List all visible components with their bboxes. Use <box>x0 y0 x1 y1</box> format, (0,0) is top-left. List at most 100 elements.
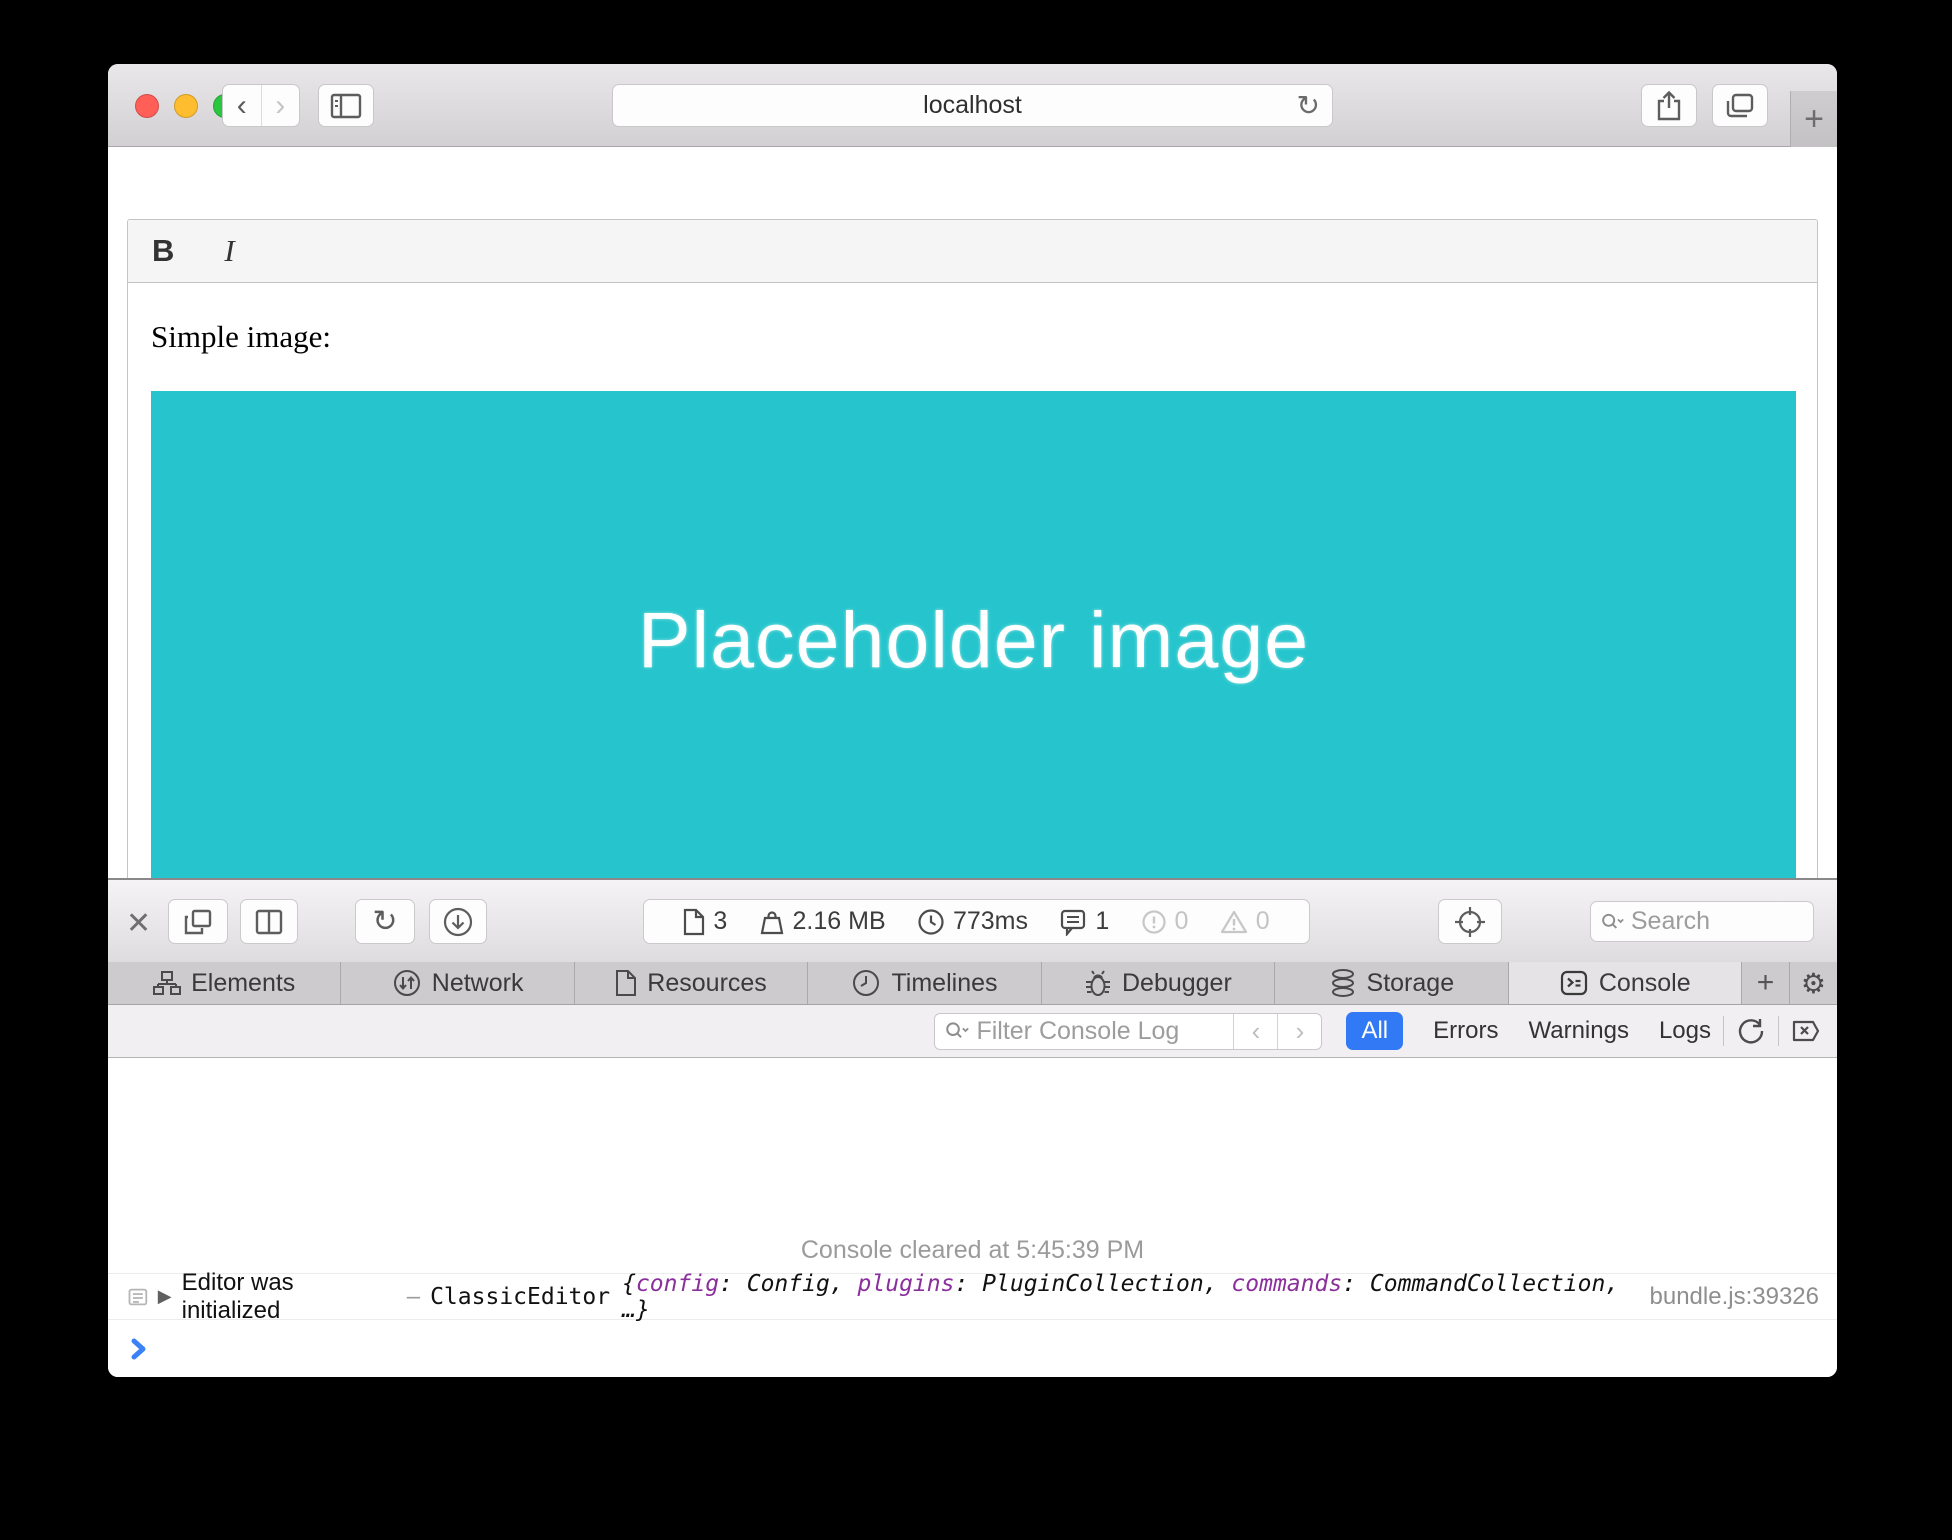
rich-text-editor: B I Simple image: Placeholder image <box>127 219 1818 919</box>
sidebar-icon <box>330 93 362 119</box>
weight-icon <box>759 909 785 935</box>
stat-time-value: 773ms <box>953 907 1028 936</box>
log-class-name: ClassicEditor <box>430 1284 610 1310</box>
stat-errors-value: 0 <box>1175 907 1189 936</box>
plus-icon: + <box>1804 100 1824 139</box>
placeholder-image-label: Placeholder image <box>638 594 1309 686</box>
inspector-settings-button[interactable]: ⚙ <box>1790 962 1837 1004</box>
tab-network-label: Network <box>432 969 524 998</box>
tab-resources[interactable]: Resources <box>575 962 808 1004</box>
page-stats-group[interactable]: 3 2.16 MB 773ms <box>643 899 1310 944</box>
plus-icon: + <box>1757 966 1775 1000</box>
stat-console-messages: 1 <box>1059 907 1109 936</box>
editor-paragraph[interactable]: Simple image: <box>151 319 1794 355</box>
safari-window: ‹ › localhost ↻ <box>108 64 1837 1377</box>
garbage-collect-button[interactable] <box>1736 1016 1766 1046</box>
console-icon <box>1559 968 1589 998</box>
download-web-archive-button[interactable] <box>429 899 487 944</box>
resources-icon <box>615 969 637 997</box>
scope-logs-button[interactable]: Logs <box>1659 1017 1711 1045</box>
disclosure-triangle[interactable]: ▶ <box>158 1286 172 1307</box>
dock-to-side-button[interactable] <box>240 899 298 944</box>
stat-load-time: 773ms <box>917 907 1028 936</box>
console-filter-field[interactable]: ‹ › <box>934 1013 1322 1050</box>
tab-overview-button[interactable] <box>1712 84 1768 127</box>
history-nav-group: ‹ › <box>222 84 300 127</box>
divider <box>1778 1016 1779 1046</box>
tab-timelines-label: Timelines <box>891 969 997 998</box>
search-input[interactable] <box>1631 907 1803 936</box>
tab-resources-label: Resources <box>647 969 767 998</box>
address-bar[interactable]: localhost ↻ <box>612 84 1333 127</box>
placeholder-image[interactable]: Placeholder image <box>151 391 1796 888</box>
back-button[interactable]: ‹ <box>223 85 262 126</box>
share-button[interactable] <box>1641 84 1697 127</box>
log-source-link[interactable]: bundle.js:39326 <box>1650 1283 1819 1311</box>
desktop-background: ‹ › localhost ↻ <box>0 0 1952 1540</box>
close-window-button[interactable] <box>135 94 159 118</box>
split-pane-icon <box>254 909 284 935</box>
clear-console-button[interactable] <box>1791 1017 1821 1045</box>
find-next-button[interactable]: › <box>1277 1014 1321 1049</box>
tab-timelines[interactable]: Timelines <box>808 962 1041 1004</box>
tab-storage-label: Storage <box>1367 969 1455 998</box>
database-icon <box>1329 968 1357 998</box>
object-preview[interactable]: {config: Config, plugins: PluginCollecti… <box>622 1271 1649 1323</box>
stat-resources: 3 <box>683 907 727 936</box>
reload-icon: ↻ <box>372 904 397 939</box>
stat-warnings-value: 0 <box>1256 907 1270 936</box>
stat-warnings: 0 <box>1220 907 1270 936</box>
timelines-icon <box>851 968 881 998</box>
scope-errors-button[interactable]: Errors <box>1433 1017 1498 1045</box>
scope-warnings-button[interactable]: Warnings <box>1528 1017 1628 1045</box>
tab-storage[interactable]: Storage <box>1275 962 1508 1004</box>
minimize-window-button[interactable] <box>174 94 198 118</box>
sidebar-toggle-button[interactable] <box>318 84 374 127</box>
address-bar-url: localhost <box>923 91 1022 120</box>
devtools-toolbar: ✕ ↻ <box>108 878 1837 962</box>
prompt-chevron-icon <box>130 1337 148 1361</box>
stat-messages-value: 1 <box>1095 907 1109 936</box>
bold-button[interactable]: B <box>152 233 174 269</box>
browser-toolbar: ‹ › localhost ↻ <box>108 64 1837 147</box>
dock-to-window-button[interactable] <box>168 899 228 944</box>
devtools-close-button[interactable]: ✕ <box>126 906 151 941</box>
share-icon <box>1655 90 1683 122</box>
tab-network[interactable]: Network <box>341 962 574 1004</box>
tab-console-label: Console <box>1599 969 1691 998</box>
element-picker-button[interactable] <box>1438 899 1502 944</box>
find-previous-button[interactable]: ‹ <box>1233 1014 1277 1049</box>
divider <box>1723 1016 1724 1046</box>
console-prompt[interactable] <box>108 1320 1837 1377</box>
clear-console-icon <box>1791 1017 1821 1045</box>
editor-toolbar: B I <box>128 220 1817 283</box>
devtools-tab-bar: Elements Network Resources <box>108 962 1837 1005</box>
console-panel: Console cleared at 5:45:39 PM ▶ Editor w… <box>108 1058 1837 1377</box>
scope-all-button[interactable]: All <box>1346 1012 1403 1050</box>
preview-key: commands <box>1231 1271 1342 1297</box>
undock-icon <box>183 908 213 936</box>
log-message: Editor was initialized <box>182 1269 397 1325</box>
stat-errors: 0 <box>1141 907 1189 936</box>
editor-content[interactable]: Simple image: Placeholder image <box>128 319 1817 888</box>
clock-icon <box>917 908 945 936</box>
preview-open-brace: { <box>622 1271 636 1297</box>
console-filter-input[interactable] <box>976 1017 1233 1046</box>
tab-elements[interactable]: Elements <box>108 962 341 1004</box>
preview-value: : PluginCollection, <box>954 1271 1231 1297</box>
warning-icon <box>1220 909 1248 935</box>
reload-icon[interactable]: ↻ <box>1297 89 1320 122</box>
devtools-search-field[interactable] <box>1590 901 1814 942</box>
refresh-arrows-icon <box>1736 1016 1766 1046</box>
new-inspector-tab-button[interactable]: + <box>1742 962 1790 1004</box>
new-tab-button[interactable]: + <box>1790 91 1837 147</box>
tab-debugger[interactable]: Debugger <box>1042 962 1275 1004</box>
reload-page-button[interactable]: ↻ <box>355 899 415 944</box>
preview-key: config <box>636 1271 719 1297</box>
console-log-row[interactable]: ▶ Editor was initialized – ClassicEditor… <box>108 1274 1837 1320</box>
preview-key: plugins <box>858 1271 955 1297</box>
italic-button[interactable]: I <box>224 233 234 269</box>
network-icon <box>392 968 422 998</box>
tab-console[interactable]: Console <box>1509 962 1742 1004</box>
forward-button[interactable]: › <box>262 85 300 126</box>
